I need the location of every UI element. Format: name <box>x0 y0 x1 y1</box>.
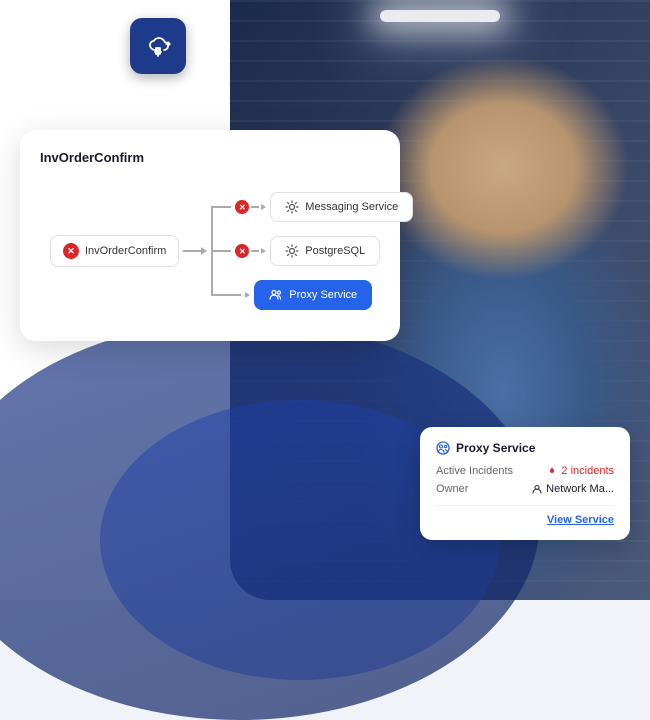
branch-h-line-2 <box>211 250 231 252</box>
owner-label: Owner <box>436 483 468 495</box>
error-icon-2: ✕ <box>235 244 249 258</box>
diagram-card: InvOrderConfirm ✕ InvOrderConfirm <box>20 130 400 341</box>
popup-row-owner: Owner Network Ma... <box>436 483 614 495</box>
branch-row-1: ✕ Messaging Service <box>211 185 413 229</box>
flame-icon <box>547 466 557 476</box>
diagram-card-title: InvOrderConfirm <box>40 150 380 165</box>
branch-h-line-1 <box>211 206 231 208</box>
branch-container: ✕ Messaging Service <box>211 185 413 317</box>
popup-card: Proxy Service Active Incidents 2 inciden… <box>420 427 630 540</box>
postgresql-label: PostgreSQL <box>305 245 365 257</box>
popup-divider <box>436 505 614 506</box>
arr-small-head-2 <box>261 248 266 254</box>
arrow-head <box>201 247 207 255</box>
target-node-proxy[interactable]: Proxy Service <box>254 280 372 310</box>
person-icon <box>532 484 542 494</box>
error-icon-1: ✕ <box>235 200 249 214</box>
arr-small-head-1 <box>261 204 266 210</box>
arrow-line <box>183 250 201 252</box>
arr-small-line-1 <box>251 206 259 208</box>
popup-title: Proxy Service <box>456 441 535 455</box>
source-node-label: InvOrderConfirm <box>85 245 166 257</box>
incidents-value: 2 incidents <box>547 465 614 477</box>
main-arrow <box>183 247 207 255</box>
cloud-upload-icon <box>142 30 174 62</box>
branch-h-line-3 <box>211 294 241 296</box>
popup-service-icon <box>436 441 450 455</box>
arr-small-head-3 <box>245 292 250 298</box>
popup-header: Proxy Service <box>436 441 614 455</box>
branch-row-3: Proxy Service <box>211 273 413 317</box>
cloud-icon-container <box>130 18 186 74</box>
owner-value: Network Ma... <box>532 483 614 495</box>
target-node-postgresql[interactable]: PostgreSQL <box>270 236 380 266</box>
popup-rows: Active Incidents 2 incidents Owner Netwo… <box>436 465 614 495</box>
branch-row-2: ✕ PostgreSQL <box>211 229 413 273</box>
source-node: ✕ InvOrderConfirm <box>50 235 179 267</box>
people-icon <box>269 288 283 302</box>
flow-container: ✕ InvOrderConfirm ✕ <box>40 185 380 317</box>
proxy-service-label: Proxy Service <box>289 289 357 301</box>
branch-stem <box>211 206 213 296</box>
target-node-messaging[interactable]: Messaging Service <box>270 192 413 222</box>
popup-row-incidents: Active Incidents 2 incidents <box>436 465 614 477</box>
gear-icon-1 <box>285 200 299 214</box>
messaging-service-label: Messaging Service <box>305 201 398 213</box>
error-icon: ✕ <box>63 243 79 259</box>
incidents-label: Active Incidents <box>436 465 513 477</box>
gear-icon-2 <box>285 244 299 258</box>
view-service-link[interactable]: View Service <box>436 514 614 526</box>
arr-small-line-2 <box>251 250 259 252</box>
